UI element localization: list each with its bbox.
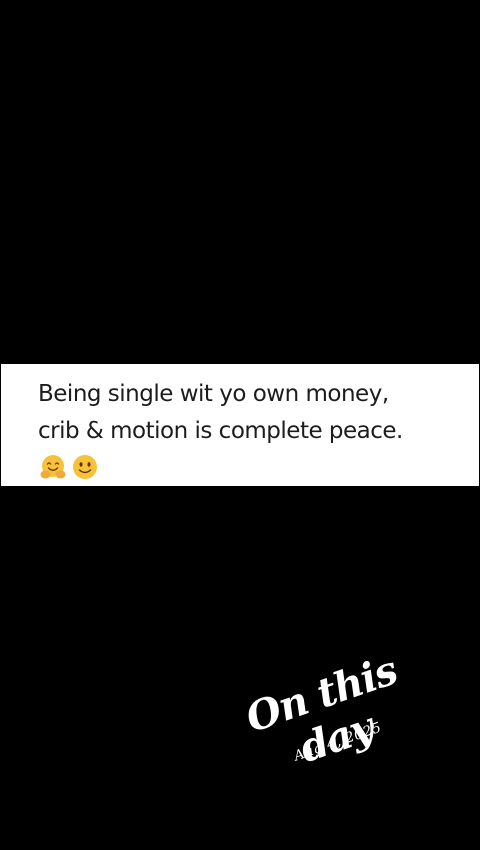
story-canvas: Being single wit yo own money, crib & mo… <box>0 0 480 850</box>
on-this-day-sticker[interactable]: On this day Aug 4, 2025 <box>194 615 470 835</box>
smiling-face-icon <box>73 455 97 479</box>
quoted-post-card: Being single wit yo own money, crib & mo… <box>1 364 479 486</box>
post-text-line-2: crib & motion is complete peace. <box>38 418 403 444</box>
emoji-row <box>39 453 99 481</box>
post-text-line-1: Being single wit yo own money, <box>38 381 389 407</box>
hugging-face-icon <box>40 455 66 479</box>
